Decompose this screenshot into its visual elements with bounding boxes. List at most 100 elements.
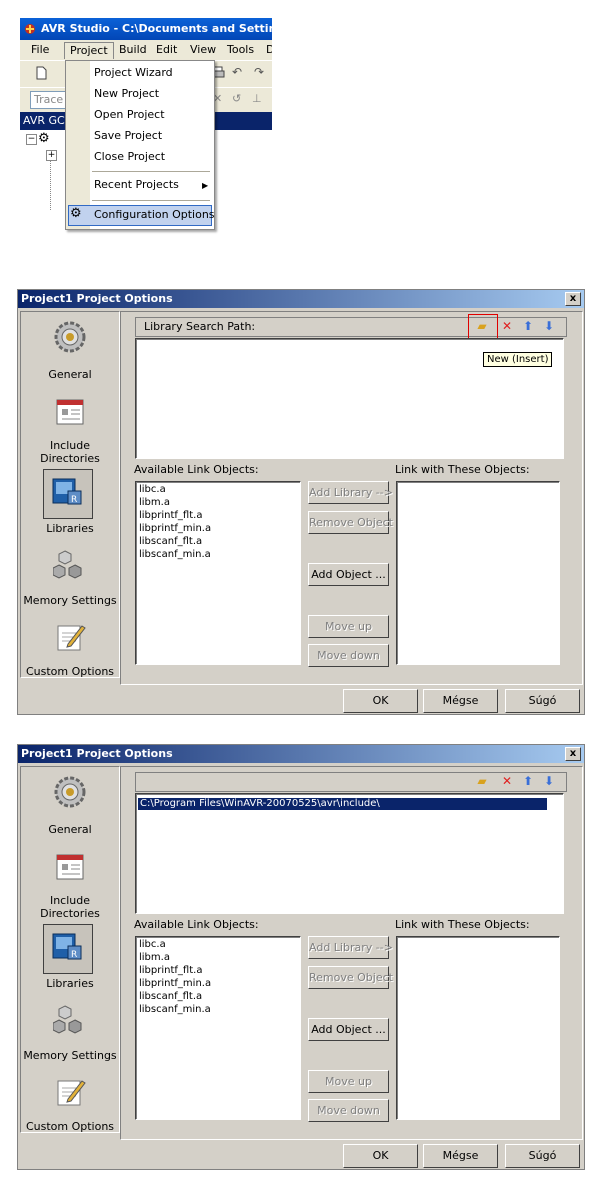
search-path-list[interactable]: C:\Program Files\WinAVR-20070525\avr\inc…	[135, 793, 564, 914]
menu-item-open-project[interactable]: Open Project	[94, 105, 165, 125]
project-root-icon: ⚙	[38, 131, 50, 146]
menu-edit[interactable]: Edit	[151, 42, 182, 58]
link-with-objects-list[interactable]	[396, 936, 560, 1120]
memory-settings-cubes-icon[interactable]	[53, 1003, 87, 1037]
general-gear-icon[interactable]	[53, 775, 87, 809]
list-item[interactable]: libc.a	[139, 484, 166, 496]
move-down-arrow-icon[interactable]: ⬇	[542, 774, 556, 788]
move-down-button[interactable]: Move down	[308, 1099, 389, 1122]
menu-project[interactable]: Project	[64, 42, 114, 59]
list-item[interactable]: libprintf_min.a	[139, 523, 211, 535]
move-up-arrow-icon[interactable]: ⬆	[521, 774, 535, 788]
general-gear-icon[interactable]	[53, 320, 87, 354]
menu-debug[interactable]: D	[261, 42, 272, 58]
list-item[interactable]: libm.a	[139, 952, 170, 964]
menu-view[interactable]: View	[185, 42, 221, 58]
menu-item-new-project[interactable]: New Project	[94, 84, 159, 104]
list-item[interactable]: libscanf_min.a	[139, 1004, 211, 1016]
custom-options-notepad-icon[interactable]	[53, 1075, 87, 1109]
menu-file[interactable]: File	[26, 42, 54, 58]
sidebar-item-memory-settings[interactable]: Memory Settings	[21, 594, 119, 607]
list-item[interactable]: libscanf_min.a	[139, 549, 211, 561]
add-library-button[interactable]: Add Library -->	[308, 936, 393, 959]
cancel-button[interactable]: Mégse	[423, 689, 498, 713]
dialog-titlebar: Project1 Project Options x	[18, 745, 584, 763]
add-library-button[interactable]: Add Library -->	[308, 481, 393, 504]
sidebar-item-libraries[interactable]: Libraries	[21, 977, 119, 990]
list-item[interactable]: libprintf_min.a	[139, 978, 211, 990]
new-file-icon[interactable]	[34, 66, 48, 80]
new-folder-icon[interactable]: ▰	[475, 319, 489, 333]
submenu-arrow-icon: ▶	[202, 181, 209, 190]
libraries-book-icon[interactable]: R	[50, 930, 84, 964]
sidebar-item-general[interactable]: General	[21, 823, 119, 836]
redo-icon[interactable]: ↷	[254, 65, 264, 79]
library-search-path-header: Library Search Path: ▰ ✕ ⬆ ⬇	[135, 314, 567, 340]
menu-item-configuration-options[interactable]: Configuration Options	[94, 205, 215, 225]
close-button[interactable]: x	[565, 747, 581, 761]
add-object-button[interactable]: Add Object ...	[308, 1018, 389, 1041]
delete-icon[interactable]: ✕	[500, 774, 514, 788]
custom-options-notepad-icon[interactable]	[53, 620, 87, 654]
library-search-path-label: Library Search Path:	[144, 320, 256, 333]
list-item[interactable]: libm.a	[139, 497, 170, 509]
list-item[interactable]: libscanf_flt.a	[139, 536, 202, 548]
menu-item-save-project[interactable]: Save Project	[94, 126, 162, 146]
sidebar-item-general[interactable]: General	[21, 368, 119, 381]
list-item[interactable]: libc.a	[139, 939, 166, 951]
window-title: AVR Studio - C:\Documents and Settings\	[41, 22, 272, 35]
remove-object-button[interactable]: Remove Object	[308, 511, 393, 534]
sidebar-item-custom-options[interactable]: Custom Options	[21, 665, 119, 678]
available-link-objects-list[interactable]: libc.a libm.a libprintf_flt.a libprintf_…	[135, 936, 301, 1120]
help-button[interactable]: Súgó	[505, 689, 580, 713]
undo-icon[interactable]: ↶	[232, 65, 242, 79]
link-with-objects-list[interactable]	[396, 481, 560, 665]
sidebar-item-memory-settings[interactable]: Memory Settings	[21, 1049, 119, 1062]
remove-object-button[interactable]: Remove Object	[308, 966, 393, 989]
add-object-button[interactable]: Add Object ...	[308, 563, 389, 586]
include-directories-icon[interactable]	[53, 850, 87, 884]
menu-bar: File Project Build Edit View Tools D	[20, 40, 272, 60]
move-up-arrow-icon[interactable]: ⬆	[521, 319, 535, 333]
list-item[interactable]: libprintf_flt.a	[139, 510, 202, 522]
avr-studio-icon	[25, 24, 35, 34]
new-folder-icon[interactable]: ▰	[475, 774, 489, 788]
menu-item-project-wizard[interactable]: Project Wizard	[94, 63, 173, 83]
libraries-book-icon[interactable]: R	[50, 475, 84, 509]
move-up-button[interactable]: Move up	[308, 1070, 389, 1093]
tree-line	[50, 160, 52, 210]
options-sidebar: General Include Directories R Libraries …	[20, 766, 120, 1133]
help-button[interactable]: Súgó	[505, 1144, 580, 1168]
list-item[interactable]: libprintf_flt.a	[139, 965, 202, 977]
new-insert-tooltip: New (Insert)	[483, 352, 553, 367]
search-path-entry[interactable]: C:\Program Files\WinAVR-20070525\avr\inc…	[138, 798, 547, 810]
sidebar-item-include-directories[interactable]: Include Directories	[21, 894, 119, 920]
cancel-button[interactable]: Mégse	[423, 1144, 498, 1168]
memory-settings-cubes-icon[interactable]	[53, 548, 87, 582]
menu-item-recent-projects[interactable]: Recent Projects	[94, 175, 179, 195]
move-down-button[interactable]: Move down	[308, 644, 389, 667]
menu-item-close-project[interactable]: Close Project	[94, 147, 165, 167]
step-into-icon[interactable]: ↺	[232, 92, 241, 105]
available-link-objects-label: Available Link Objects:	[134, 463, 259, 476]
move-down-arrow-icon[interactable]: ⬇	[542, 319, 556, 333]
sidebar-item-include-directories[interactable]: Include Directories	[21, 439, 119, 465]
collapse-toggle-icon[interactable]: −	[26, 134, 37, 145]
sidebar-item-libraries[interactable]: Libraries	[21, 522, 119, 535]
delete-icon[interactable]: ✕	[500, 319, 514, 333]
list-item[interactable]: libscanf_flt.a	[139, 991, 202, 1003]
include-directories-icon[interactable]	[53, 395, 87, 429]
menu-tools[interactable]: Tools	[222, 42, 259, 58]
options-sidebar: General Include Directories R Libraries …	[20, 311, 120, 678]
menu-build[interactable]: Build	[114, 42, 152, 58]
ok-button[interactable]: OK	[343, 1144, 418, 1168]
available-link-objects-list[interactable]: libc.a libm.a libprintf_flt.a libprintf_…	[135, 481, 301, 665]
close-button[interactable]: x	[565, 292, 581, 306]
libraries-panel: ▰ ✕ ⬆ ⬇ C:\Program Files\WinAVR-20070525…	[120, 766, 583, 1140]
menu-icon-column	[66, 61, 90, 229]
library-search-path-header: ▰ ✕ ⬆ ⬇	[135, 772, 567, 792]
move-up-button[interactable]: Move up	[308, 615, 389, 638]
sidebar-item-custom-options[interactable]: Custom Options	[21, 1120, 119, 1133]
step-out-icon[interactable]: ⊥	[252, 92, 262, 105]
ok-button[interactable]: OK	[343, 689, 418, 713]
